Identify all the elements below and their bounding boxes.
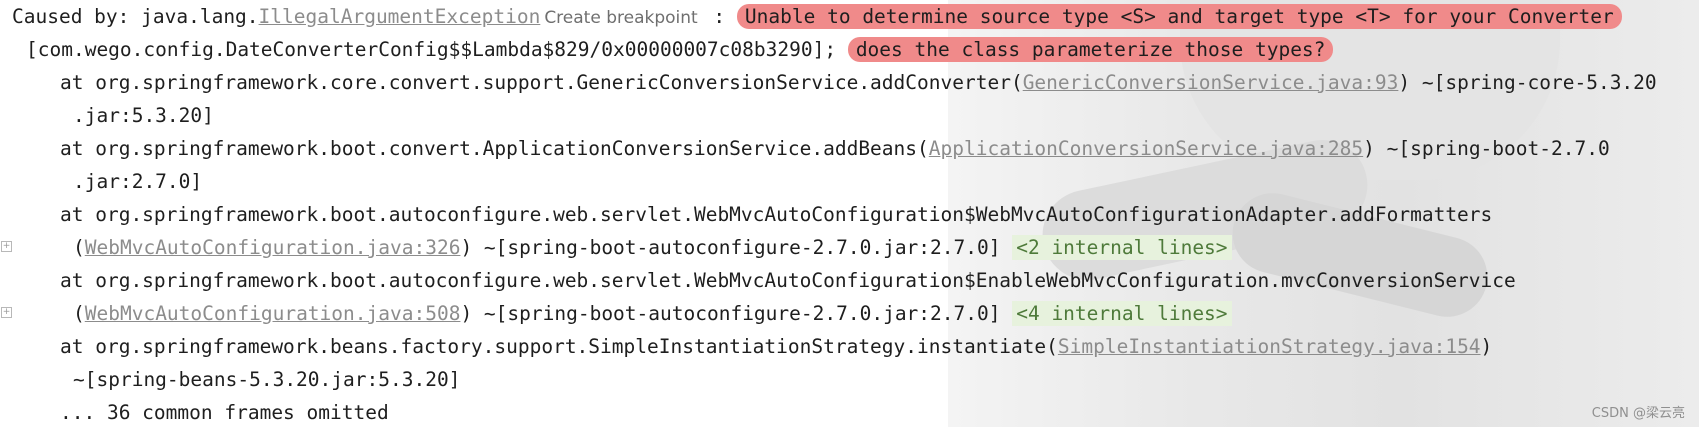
frame-jar-continuation: .jar:2.7.0] bbox=[73, 170, 203, 193]
paren: ( bbox=[73, 302, 85, 325]
frame-jar: ) ~[spring-boot-autoconfigure-2.7.0.jar:… bbox=[460, 236, 1013, 259]
stack-frame-line: at org.springframework.boot.autoconfigur… bbox=[60, 198, 1492, 231]
source-link[interactable]: GenericConversionService.java:93 bbox=[1023, 71, 1399, 94]
frame-jar-continuation: ~[spring-beans-5.3.20.jar:5.3.20] bbox=[73, 368, 461, 391]
stack-frame-continuation: (WebMvcAutoConfiguration.java:326) ~[spr… bbox=[73, 231, 1232, 264]
frame-method: at org.springframework.core.convert.supp… bbox=[60, 71, 1023, 94]
stack-frame-line: at org.springframework.boot.autoconfigur… bbox=[60, 264, 1516, 297]
watermark: CSDN @梁云亮 bbox=[1591, 406, 1685, 421]
exception-link[interactable]: IllegalArgumentException bbox=[259, 5, 541, 28]
frame-jar: ) ~[spring-boot-autoconfigure-2.7.0.jar:… bbox=[460, 302, 1013, 325]
stack-frame-continuation: (WebMvcAutoConfiguration.java:508) ~[spr… bbox=[73, 297, 1232, 330]
source-link[interactable]: SimpleInstantiationStrategy.java:154 bbox=[1058, 335, 1481, 358]
create-breakpoint-tooltip[interactable]: Create breakpoint bbox=[540, 8, 701, 28]
stack-frame-continuation: ~[spring-beans-5.3.20.jar:5.3.20] bbox=[73, 363, 460, 396]
paren: ( bbox=[73, 236, 85, 259]
frame-jar-continuation: .jar:5.3.20] bbox=[73, 104, 214, 127]
source-link[interactable]: ApplicationConversionService.java:285 bbox=[929, 137, 1363, 160]
stack-frame-line: at org.springframework.beans.factory.sup… bbox=[60, 330, 1492, 363]
lambda-text: [com.wego.config.DateConverterConfig$$La… bbox=[26, 38, 848, 61]
frame-method: at org.springframework.boot.autoconfigur… bbox=[60, 269, 1516, 292]
plus-square-icon[interactable]: + bbox=[1, 241, 12, 252]
frame-close-paren: ) bbox=[1480, 335, 1493, 358]
frame-jar: ) ~[spring-boot-2.7.0 bbox=[1363, 137, 1610, 160]
source-link[interactable]: WebMvcAutoConfiguration.java:326 bbox=[85, 236, 461, 259]
plus-square-icon[interactable]: + bbox=[1, 307, 12, 318]
error-message-highlight: Unable to determine source type <S> and … bbox=[736, 4, 1622, 29]
stack-frame-continuation: .jar:5.3.20] bbox=[73, 99, 214, 132]
internal-lines-fold[interactable]: <2 internal lines> bbox=[1012, 235, 1232, 260]
caused-by-prefix: Caused by: java.lang. bbox=[12, 5, 259, 28]
error-message-highlight-2: does the class parameterize those types? bbox=[847, 37, 1334, 62]
stack-frame-line: at org.springframework.core.convert.supp… bbox=[60, 66, 1657, 99]
caused-by-line: Caused by: java.lang.IllegalArgumentExce… bbox=[12, 0, 1622, 33]
colon-separator: : bbox=[701, 5, 737, 28]
internal-lines-fold[interactable]: <4 internal lines> bbox=[1012, 301, 1232, 326]
frame-method: at org.springframework.beans.factory.sup… bbox=[60, 335, 1058, 358]
stack-frame-continuation: .jar:2.7.0] bbox=[73, 165, 202, 198]
frame-jar: ) ~[spring-core-5.3.20 bbox=[1398, 71, 1657, 94]
omitted-frames-line: ... 36 common frames omitted bbox=[60, 396, 389, 429]
stack-frame-line: at org.springframework.boot.convert.Appl… bbox=[60, 132, 1610, 165]
omitted-text: ... 36 common frames omitted bbox=[60, 401, 389, 424]
lambda-line: [com.wego.config.DateConverterConfig$$La… bbox=[26, 33, 1334, 66]
source-link[interactable]: WebMvcAutoConfiguration.java:508 bbox=[85, 302, 461, 325]
frame-method: at org.springframework.boot.autoconfigur… bbox=[60, 203, 1493, 226]
frame-method: at org.springframework.boot.convert.Appl… bbox=[60, 137, 929, 160]
